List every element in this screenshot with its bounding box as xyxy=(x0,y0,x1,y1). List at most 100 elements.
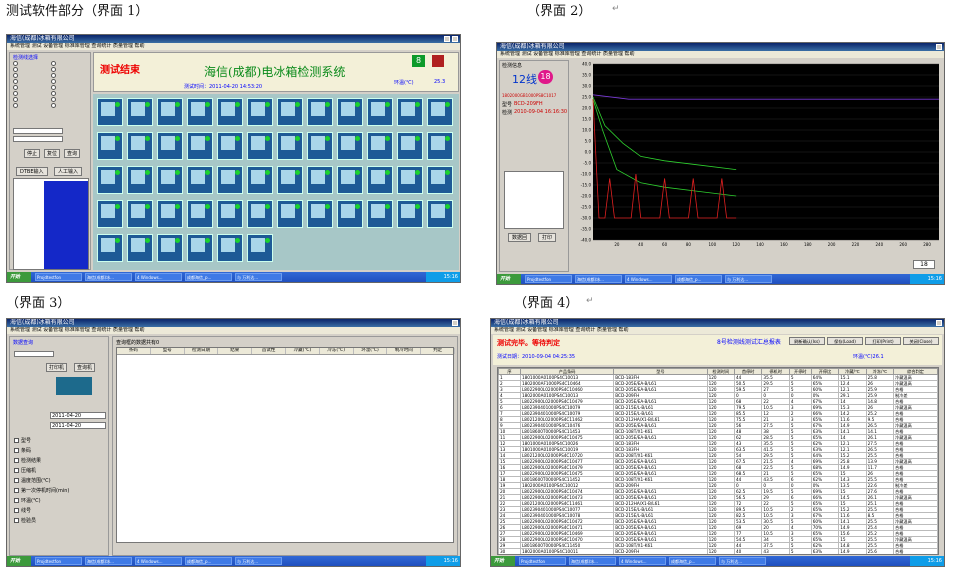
filter-checkbox[interactable] xyxy=(14,498,19,503)
taskbar-item[interactable]: 海信(成都)冰... xyxy=(85,273,132,281)
taskbar-item[interactable]: 成都海信_p... xyxy=(669,557,716,565)
date-to-select[interactable]: 2011-04-20 xyxy=(50,422,106,429)
station-tile[interactable] xyxy=(307,200,333,228)
result-table[interactable]: 条码 型号 检测日期 结果 首试性 冷藏(℃) 冷冻(℃) 环温(℃) 制冷时间 判定 xyxy=(116,347,455,543)
station-tile[interactable] xyxy=(187,200,213,228)
time-input[interactable] xyxy=(13,136,63,142)
report-table[interactable]: 序产品条码 型号 检测时间 首停时 停机时 开停时 开停比 冷藏/℃ 冷冻/℃ 综合判定 1 1801… xyxy=(497,367,939,555)
station-tile[interactable] xyxy=(247,98,273,126)
taskbar-item[interactable]: Projdtestfon xyxy=(525,275,572,283)
taskbar-item[interactable]: 成都海信_p... xyxy=(185,557,232,565)
column-header[interactable]: 条码 xyxy=(117,348,151,354)
line-radio[interactable] xyxy=(13,91,18,96)
line-radio-group[interactable] xyxy=(13,61,89,111)
interval-input[interactable] xyxy=(13,128,63,134)
station-tile[interactable] xyxy=(337,166,363,194)
taskbar-item[interactable]: 海信(成都)冰... xyxy=(85,557,132,565)
station-tile[interactable] xyxy=(337,200,363,228)
line-radio[interactable] xyxy=(51,73,56,78)
station-tile[interactable] xyxy=(97,200,123,228)
filter-checkbox[interactable] xyxy=(14,488,19,493)
start-button[interactable]: 开始 xyxy=(491,556,515,566)
station-tile[interactable] xyxy=(157,132,183,160)
filter-checkbox[interactable] xyxy=(14,508,19,513)
menu-bar[interactable]: 系统管理 测试 设备管理 标准库管理 查询统计 质量管理 帮助 xyxy=(497,51,944,58)
zoom-value[interactable]: 18 xyxy=(913,260,935,269)
close-icon[interactable] xyxy=(936,320,942,326)
filter-item[interactable]: 条码 xyxy=(14,447,31,454)
station-tile[interactable] xyxy=(397,166,423,194)
filter-item[interactable]: 型号 xyxy=(14,437,31,444)
station-tile[interactable] xyxy=(157,234,183,262)
column-header[interactable]: 型号 xyxy=(151,348,185,354)
line-radio[interactable] xyxy=(13,61,18,66)
line-radio[interactable] xyxy=(51,85,56,90)
station-tile[interactable] xyxy=(97,166,123,194)
station-tile[interactable] xyxy=(277,200,303,228)
report-button[interactable]: 刷新确认(Iss) xyxy=(789,337,825,345)
close-icon[interactable] xyxy=(452,36,458,42)
station-tile[interactable] xyxy=(97,132,123,160)
start-button[interactable]: 开始 xyxy=(497,274,521,284)
reset-button[interactable]: 复位 xyxy=(44,149,61,158)
line-radio[interactable] xyxy=(13,79,18,84)
station-tile[interactable] xyxy=(187,132,213,160)
station-tile[interactable] xyxy=(217,98,243,126)
station-tile[interactable] xyxy=(337,98,363,126)
column-header[interactable]: 冷冻(℃) xyxy=(320,348,354,354)
date-from-select[interactable]: 2011-04-20 xyxy=(50,412,106,419)
line-radio[interactable] xyxy=(51,79,56,84)
column-header[interactable]: 制冷时间 xyxy=(387,348,422,354)
taskbar-item[interactable]: 与 万利达... xyxy=(235,557,282,565)
stop-button[interactable]: 停止 xyxy=(24,149,41,158)
taskbar-item[interactable]: 4 Windows... xyxy=(625,275,672,283)
report-button[interactable]: 保存(Load) xyxy=(827,337,863,345)
print-button[interactable]: 打印 xyxy=(538,233,557,242)
manual-input-button[interactable]: 人工输入 xyxy=(54,167,83,176)
line-radio[interactable] xyxy=(51,97,56,102)
station-tile[interactable] xyxy=(217,132,243,160)
station-tile[interactable] xyxy=(127,132,153,160)
station-tile[interactable] xyxy=(247,234,273,262)
station-tile[interactable] xyxy=(127,234,153,262)
line-radio[interactable] xyxy=(51,103,56,108)
station-tile[interactable] xyxy=(127,166,153,194)
query-button[interactable]: 查询 xyxy=(64,149,81,158)
taskbar-item[interactable]: 与 万利达... xyxy=(719,557,766,565)
station-tile[interactable] xyxy=(367,132,393,160)
station-tile[interactable] xyxy=(367,166,393,194)
filter-item[interactable]: 温度范围(℃) xyxy=(14,477,51,484)
start-button[interactable]: 开始 xyxy=(7,556,31,566)
station-tile[interactable] xyxy=(217,166,243,194)
station-tile[interactable] xyxy=(187,234,213,262)
print-button[interactable]: 打印机 xyxy=(46,363,68,372)
filter-checkbox[interactable] xyxy=(14,518,19,523)
save-button[interactable]: 数据回 xyxy=(508,233,532,242)
station-tile[interactable] xyxy=(397,200,423,228)
taskbar-item[interactable]: Projdtestfon xyxy=(35,557,82,565)
maximize-icon[interactable] xyxy=(444,36,450,42)
station-tile[interactable] xyxy=(307,98,333,126)
column-header[interactable]: 环温(℃) xyxy=(354,348,388,354)
menu-bar[interactable]: 系统管理 测试 设备管理 标准库管理 查询统计 质量管理 帮助 xyxy=(7,43,460,50)
filter-checkbox[interactable] xyxy=(14,448,19,453)
station-tile[interactable] xyxy=(247,200,273,228)
station-tile[interactable] xyxy=(127,200,153,228)
notes-box[interactable] xyxy=(504,171,564,229)
station-tile[interactable] xyxy=(97,98,123,126)
report-button[interactable]: 关闭(Close) xyxy=(903,337,939,345)
station-tile[interactable] xyxy=(127,98,153,126)
station-tile[interactable] xyxy=(277,98,303,126)
station-tile[interactable] xyxy=(157,200,183,228)
filter-list[interactable]: 型号 条码 检测结果 压缩机 温度范围(℃) 第一次停机时间(min) 环温(℃) 线号 检验员 xyxy=(14,437,104,537)
taskbar-item[interactable]: 成都海信_p... xyxy=(675,275,722,283)
taskbar-item[interactable]: 成都海信_p... xyxy=(185,273,232,281)
filter-checkbox[interactable] xyxy=(14,478,19,483)
taskbar-item[interactable]: Projdtestfon xyxy=(519,557,566,565)
taskbar-item[interactable]: 4 Windows... xyxy=(619,557,666,565)
filter-checkbox[interactable] xyxy=(14,468,19,473)
station-tile[interactable] xyxy=(427,98,453,126)
station-tile[interactable] xyxy=(187,166,213,194)
filter-item[interactable]: 压缩机 xyxy=(14,467,36,474)
filter-item[interactable]: 检测结果 xyxy=(14,457,41,464)
